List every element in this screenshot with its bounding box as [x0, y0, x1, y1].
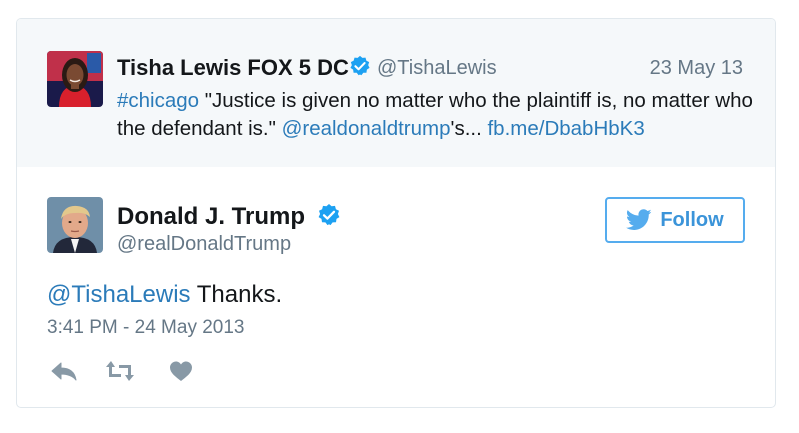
- follow-button[interactable]: Follow: [605, 197, 745, 243]
- mention-link[interactable]: @realdonaldtrump: [282, 117, 451, 140]
- twitter-bird-icon: [626, 209, 652, 230]
- tweet-timestamp[interactable]: 3:41 PM - 24 May 2013: [47, 317, 245, 339]
- quoted-tweet-text: #chicago "Justice is given no matter who…: [117, 87, 757, 143]
- embedded-tweet-card: Tisha Lewis FOX 5 DC @TishaLewis 23 May …: [16, 18, 776, 408]
- follow-label: Follow: [660, 208, 724, 231]
- author-handle[interactable]: @realDonaldTrump: [117, 233, 291, 256]
- hashtag-link[interactable]: #chicago: [117, 89, 199, 112]
- quoted-author-name[interactable]: Tisha Lewis FOX 5 DC: [117, 55, 349, 81]
- verified-badge-icon: [317, 203, 341, 227]
- mention-link[interactable]: @TishaLewis: [47, 281, 191, 308]
- tweet-text: @TishaLewis Thanks.: [47, 281, 282, 309]
- url-link[interactable]: fb.me/DbabHbK3: [487, 117, 644, 140]
- quoted-tweet[interactable]: Tisha Lewis FOX 5 DC @TishaLewis 23 May …: [17, 19, 775, 167]
- author-name[interactable]: Donald J. Trump: [117, 203, 305, 231]
- reply-icon[interactable]: [49, 359, 79, 383]
- author-avatar[interactable]: [47, 197, 103, 253]
- retweet-icon[interactable]: [105, 359, 135, 383]
- quoted-author-handle[interactable]: @TishaLewis: [377, 57, 497, 80]
- quoted-author-avatar[interactable]: [47, 51, 103, 107]
- quoted-tweet-date[interactable]: 23 May 13: [650, 57, 743, 80]
- quoted-text-part2: 's...: [450, 117, 488, 140]
- verified-badge-icon: [349, 55, 371, 77]
- heart-icon[interactable]: [166, 359, 196, 383]
- tweet-text-body: Thanks.: [190, 281, 283, 308]
